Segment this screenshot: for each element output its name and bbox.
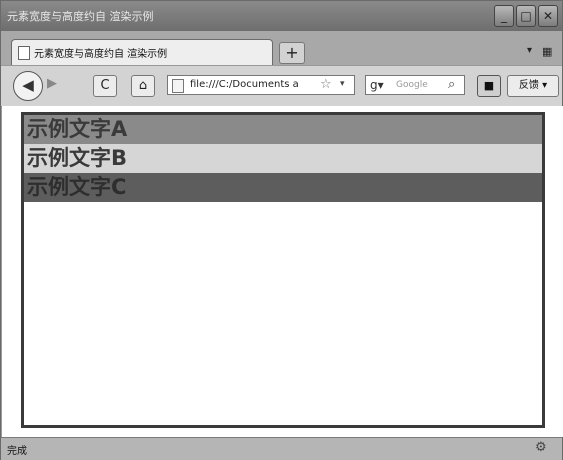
page-icon	[172, 79, 184, 93]
tab-current[interactable]: 元素宽度与高度约自 渲染示例	[11, 39, 273, 65]
star-icon[interactable]: ☆	[320, 77, 332, 92]
tab-title: 元素宽度与高度约自 渲染示例	[34, 49, 168, 60]
reload-button[interactable]: C	[93, 75, 117, 97]
camera-icon: ■	[483, 79, 495, 92]
forward-button[interactable]: ▶	[47, 76, 57, 91]
demo-row-a: 示例文字A	[24, 115, 542, 144]
demo-row-b: 示例文字B	[24, 144, 542, 173]
reload-icon: C	[100, 78, 110, 93]
search-bar[interactable]: g▾ Google ⌕	[365, 75, 465, 95]
feedback-button[interactable]: 反馈 ▾	[507, 75, 559, 97]
minimize-button[interactable]: _	[494, 5, 514, 27]
search-placeholder: Google	[396, 80, 428, 90]
home-icon: ⌂	[138, 78, 148, 93]
status-bar: 完成 ⚙	[1, 437, 562, 460]
search-icon[interactable]: ⌕	[448, 77, 455, 92]
forward-icon: ▶	[47, 76, 57, 91]
tab-list-icon[interactable]: ▾	[527, 45, 532, 56]
camera-button[interactable]: ■	[477, 75, 501, 97]
back-button[interactable]: ◀	[13, 71, 43, 101]
status-icon: ⚙	[535, 440, 547, 455]
demo-row-c: 示例文字C	[24, 173, 542, 202]
title-bar: 元素宽度与高度约自 渲染示例 _ □ ✕	[1, 1, 562, 31]
page-content: 示例文字A 示例文字B 示例文字C	[2, 106, 563, 437]
page-icon	[18, 46, 30, 60]
home-button[interactable]: ⌂	[131, 75, 155, 97]
url-text: file:///C:/Documents a	[190, 79, 299, 90]
maximize-button[interactable]: □	[516, 5, 536, 27]
new-tab-button[interactable]: +	[279, 42, 305, 64]
tab-strip: 元素宽度与高度约自 渲染示例 + ▾ ▦	[1, 31, 562, 65]
status-text: 完成	[7, 446, 27, 457]
address-bar[interactable]: file:///C:/Documents a ☆ ▾	[167, 75, 355, 95]
browser-window: 元素宽度与高度约自 渲染示例 _ □ ✕ 元素宽度与高度约自 渲染示例 + ▾ …	[0, 0, 563, 460]
url-dropdown-icon[interactable]: ▾	[340, 79, 345, 89]
search-engine-icon[interactable]: g▾	[370, 78, 384, 92]
demo-container: 示例文字A 示例文字B 示例文字C	[21, 112, 545, 428]
navigation-toolbar: ◀ ▶ C ⌂ file:///C:/Documents a ☆ ▾ g▾ Go…	[1, 65, 562, 107]
window-title: 元素宽度与高度约自 渲染示例	[7, 10, 154, 23]
close-button[interactable]: ✕	[538, 5, 558, 27]
feedback-label: 反馈	[518, 80, 539, 91]
menu-icon[interactable]: ▦	[542, 45, 552, 58]
back-icon: ◀	[22, 76, 34, 94]
